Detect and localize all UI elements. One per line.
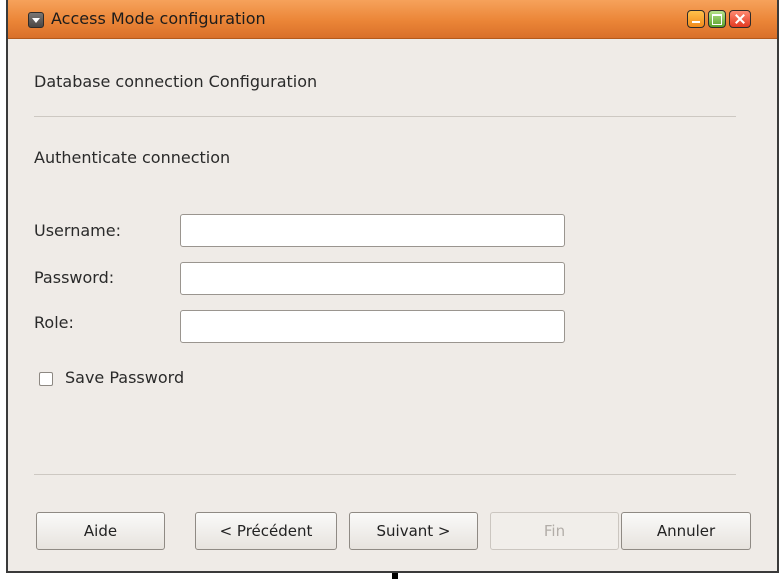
help-button[interactable]: Aide (36, 512, 165, 550)
username-label: Username: (34, 221, 121, 240)
section-title: Authenticate connection (34, 148, 231, 167)
window-title: Access Mode configuration (51, 9, 266, 28)
minimize-icon[interactable] (687, 10, 705, 28)
header-separator (34, 116, 736, 117)
page-heading: Database connection Configuration (34, 72, 318, 91)
finish-button[interactable]: Fin (490, 512, 619, 550)
dialog-window: Access Mode configuration Database conne… (6, 0, 779, 573)
username-field[interactable] (180, 214, 565, 247)
cancel-button[interactable]: Annuler (621, 512, 751, 550)
role-label: Role: (34, 313, 74, 332)
role-field[interactable] (180, 310, 565, 343)
password-field[interactable] (180, 262, 565, 295)
save-password-label[interactable]: Save Password (65, 368, 184, 387)
previous-button[interactable]: < Précédent (195, 512, 337, 550)
maximize-icon[interactable] (708, 10, 726, 28)
close-icon[interactable] (729, 10, 751, 28)
next-button[interactable]: Suivant > (349, 512, 478, 550)
title-bar[interactable]: Access Mode configuration (8, 0, 777, 39)
footer-separator (34, 474, 736, 475)
save-password-checkbox[interactable] (39, 372, 53, 386)
resize-handle[interactable] (392, 573, 398, 579)
window-menu-icon[interactable] (28, 12, 44, 28)
password-label: Password: (34, 268, 115, 287)
